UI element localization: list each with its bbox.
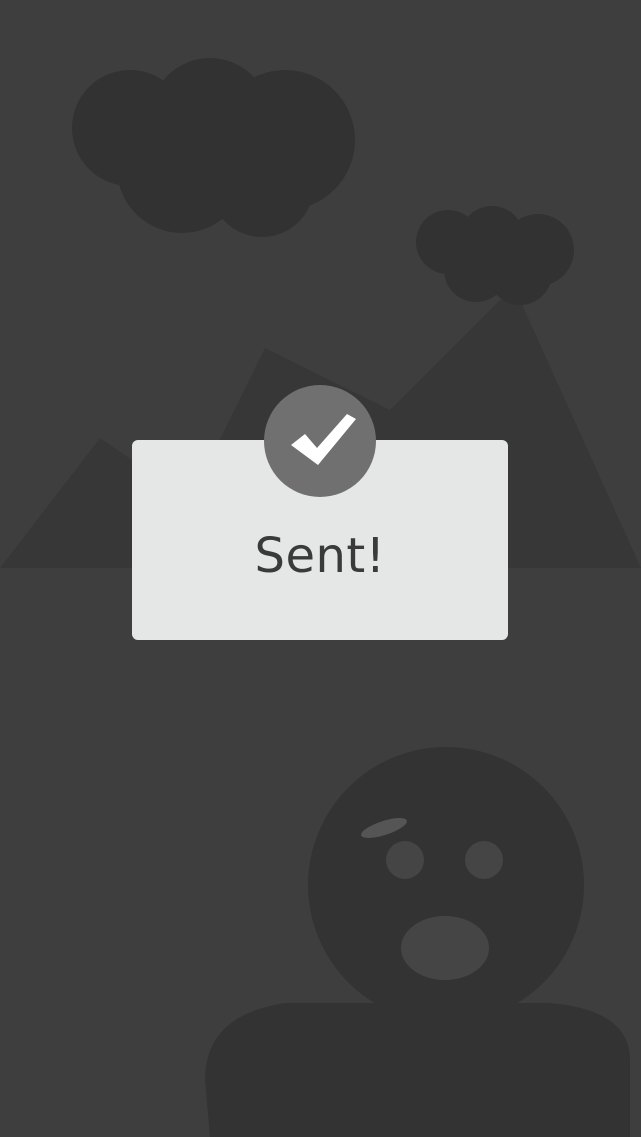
- toast-message: Sent!: [254, 528, 386, 584]
- screen: Sent!: [0, 0, 641, 1137]
- cloud-icon: [72, 58, 355, 237]
- success-badge: [264, 385, 376, 497]
- cloud-icon: [416, 206, 574, 305]
- checkmark-icon: [291, 414, 356, 465]
- surprised-face-icon: [205, 747, 630, 1137]
